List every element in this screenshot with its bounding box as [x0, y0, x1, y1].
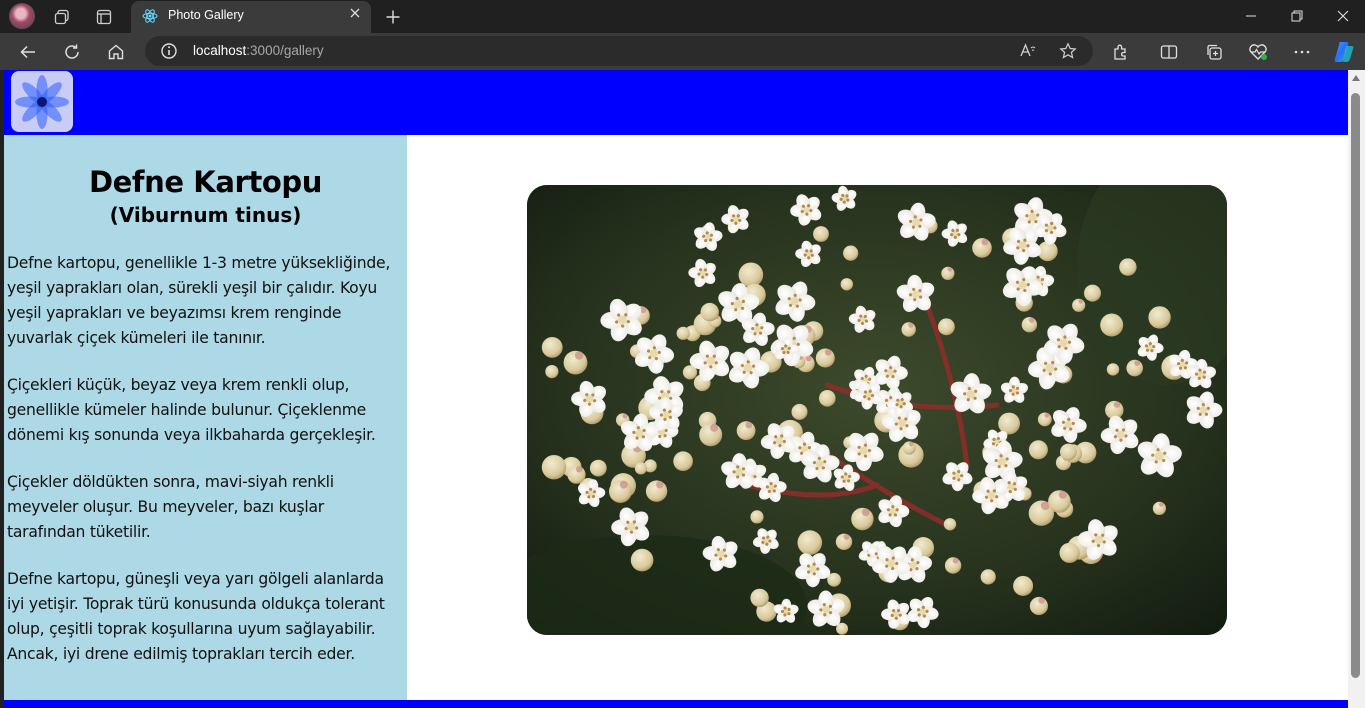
copilot-icon[interactable] — [1330, 38, 1358, 66]
tab-strip: Photo Gallery — [0, 0, 1365, 33]
footer-bar — [4, 700, 1348, 708]
lotus-logo[interactable] — [11, 71, 73, 132]
window-close-icon[interactable] — [1329, 4, 1357, 28]
collections-icon[interactable] — [1200, 38, 1228, 66]
scroll-thumb[interactable] — [1351, 93, 1360, 678]
favorite-star-icon[interactable] — [1058, 41, 1078, 61]
tab-title: Photo Gallery — [168, 8, 244, 22]
info-icon[interactable] — [160, 42, 178, 60]
description-paragraph: Defne kartopu, güneşli veya yarı gölgeli… — [7, 570, 385, 663]
browser-essentials-icon[interactable] — [1244, 38, 1272, 66]
restore-icon[interactable] — [1283, 4, 1311, 28]
react-favicon — [142, 8, 158, 24]
minimize-icon[interactable] — [1237, 4, 1265, 28]
description-paragraph: Defne kartopu, genellikle 1-3 metre yüks… — [7, 254, 391, 347]
back-icon[interactable] — [14, 38, 42, 66]
new-tab-icon[interactable] — [380, 4, 406, 30]
browser-toolbar: localhost:3000/gallery — [0, 33, 1365, 70]
url-path: :3000/gallery — [246, 43, 324, 58]
description-paragraph: Çiçekler döldükten sonra, mavi-siyah ren… — [7, 473, 334, 541]
page-viewport: Defne Kartopu (Viburnum tinus) Defne kar… — [4, 70, 1348, 708]
active-tab[interactable]: Photo Gallery — [131, 1, 371, 33]
plant-info-panel: Defne Kartopu (Viburnum tinus) Defne kar… — [4, 135, 407, 700]
plant-description: Defne kartopu, genellikle 1-3 metre yüks… — [7, 251, 404, 667]
split-screen-icon[interactable] — [1155, 38, 1183, 66]
plant-latin-name: (Viburnum tinus) — [109, 203, 302, 227]
plant-photo[interactable] — [527, 185, 1227, 635]
address-bar[interactable]: localhost:3000/gallery — [145, 36, 1093, 66]
refresh-icon[interactable] — [58, 38, 86, 66]
workspaces-icon[interactable] — [49, 4, 75, 30]
description-paragraph: Çiçekleri küçük, beyaz veya krem renkli … — [7, 376, 376, 444]
url-text[interactable]: localhost:3000/gallery — [193, 43, 324, 58]
vertical-scrollbar[interactable] — [1348, 70, 1365, 708]
extensions-icon[interactable] — [1107, 38, 1135, 66]
url-host: localhost — [193, 43, 247, 58]
plant-name: Defne Kartopu — [88, 165, 323, 199]
read-aloud-icon[interactable] — [1018, 41, 1038, 61]
site-header — [4, 70, 1348, 135]
gallery-content — [407, 135, 1348, 700]
more-options-icon[interactable] — [1288, 38, 1316, 66]
tab-actions-icon[interactable] — [91, 4, 117, 30]
close-icon[interactable] — [347, 7, 363, 23]
home-icon[interactable] — [102, 38, 130, 66]
profile-avatar[interactable] — [9, 3, 35, 29]
scroll-up-arrow[interactable] — [1352, 75, 1360, 81]
